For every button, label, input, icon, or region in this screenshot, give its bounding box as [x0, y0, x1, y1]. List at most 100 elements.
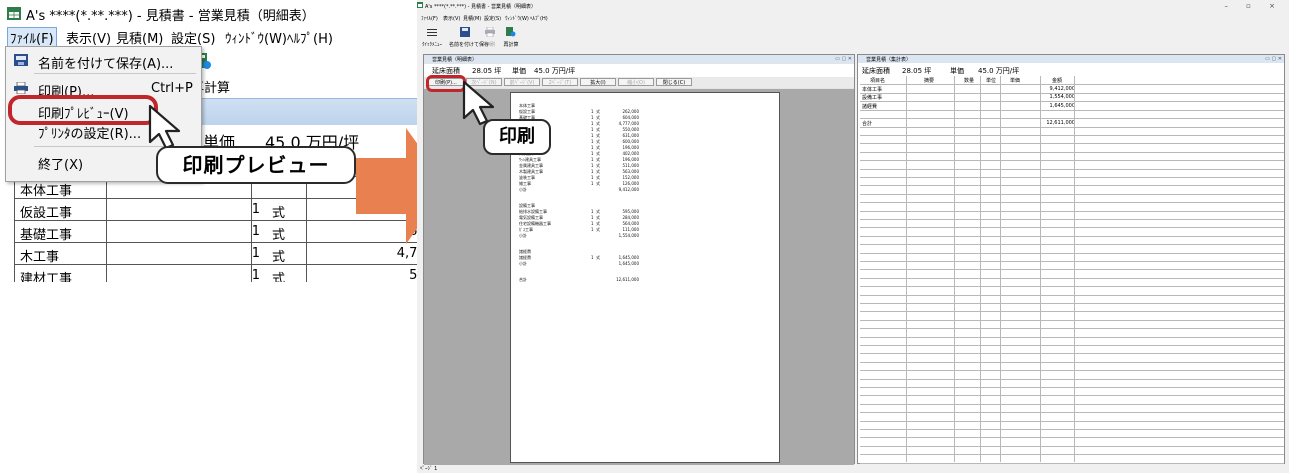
- page-qty: 1: [591, 115, 594, 120]
- print-preview-highlight: [8, 95, 158, 125]
- summary-window: 営業見積（集計表） ▭ ▢ ✕ 延床面積 28.05 坪 単価 45.0 万円/…: [857, 54, 1285, 464]
- page-qty: 1: [591, 157, 594, 162]
- page-amount: 262,000: [622, 109, 639, 114]
- full-screen-view: A's ****(*.**.***) - 見積書 - 営業見積（明細表） – ▫…: [417, 0, 1289, 473]
- callout-print: 印刷: [483, 119, 551, 155]
- quick-menu-button[interactable]: ｸｲｯｸﾒﾆｭｰ: [421, 27, 443, 48]
- menu-settings[interactable]: 設定(S): [171, 28, 215, 47]
- row-name: 建材工事: [20, 272, 73, 282]
- menu-estimate-small[interactable]: 見積(M): [463, 15, 481, 22]
- page-amount: 1,645,000: [618, 261, 639, 266]
- menu-help-small[interactable]: ﾍﾙﾌﾟ(H): [530, 15, 548, 22]
- summary-header: 金額: [1052, 78, 1063, 84]
- page-qty: 1: [591, 145, 594, 150]
- preview-window-controls[interactable]: ▭ ▢ ✕: [835, 56, 852, 62]
- page-amount: 12,611,000: [616, 277, 639, 282]
- menu-settings-small[interactable]: 設定(S): [484, 15, 501, 22]
- page-amount: 284,000: [622, 215, 639, 220]
- row-unit: 式: [272, 272, 286, 282]
- summary-header-row: 項目名 摘要 数量 単位 単価 金額: [860, 76, 1284, 85]
- page-amount: 196,000: [622, 157, 639, 162]
- toolbar: ｸｲｯｸﾒﾆｭｰ 名前を付けて保存 印刷 再計算: [417, 23, 1289, 50]
- menu-view[interactable]: 表示(V): [66, 28, 111, 47]
- preview-button-5[interactable]: 縮小(O): [618, 78, 654, 86]
- table-row[interactable]: 木工事 1 式 4,777: [14, 243, 431, 265]
- row-qty: 1: [251, 202, 260, 217]
- zoom-title-bar: A's ****(*.**.***) - 見積書 - 営業見積（明細表）: [0, 0, 431, 26]
- page-qty: 1: [591, 163, 594, 168]
- summary-info-row: 延床面積 28.05 坪 単価 45.0 万円/坪: [862, 67, 1020, 75]
- summary-item-name: 合計: [862, 120, 873, 127]
- page-qty: 1: [591, 215, 594, 220]
- summary-header: 数量: [964, 78, 975, 84]
- page-qty: 1: [591, 139, 594, 144]
- callout-print-preview: 印刷プレビュー: [156, 146, 356, 184]
- window-controls[interactable]: – ▫ ×: [1224, 2, 1283, 10]
- page-qty: 1: [591, 209, 594, 214]
- page-amount: 196,000: [622, 145, 639, 150]
- page-qty: 1: [591, 227, 594, 232]
- page-amount: 631,000: [622, 133, 639, 138]
- recalc-button[interactable]: 再計算: [501, 27, 521, 48]
- menu-window[interactable]: ｳｨﾝﾄﾞｳ(W): [225, 28, 287, 47]
- page-qty: 1: [591, 169, 594, 174]
- table-row[interactable]: 建材工事1式550: [14, 265, 431, 282]
- menu-window-small[interactable]: ｳｨﾝﾄﾞｳ(W): [505, 15, 529, 22]
- summary-header: 項目名: [870, 78, 886, 84]
- menu-view-small[interactable]: 表示(V): [443, 15, 460, 22]
- preview-button-4[interactable]: 拡大(I): [580, 78, 616, 86]
- summary-item-name: 諸経費: [862, 103, 878, 110]
- page-amount: 563,000: [622, 169, 639, 174]
- preview-window-title: 営業見積（明細表）: [424, 55, 854, 63]
- menu-help[interactable]: ﾍﾙﾌﾟ(H): [287, 28, 333, 47]
- summary-header: 単価: [1010, 78, 1021, 84]
- table-row[interactable]: [860, 455, 1284, 464]
- row-name: 仮設工事: [20, 206, 73, 221]
- page-qty: 1: [591, 121, 594, 126]
- summary-header: 摘要: [924, 78, 935, 84]
- summary-item-name: 本体工事: [862, 87, 883, 93]
- menu-file-small[interactable]: ﾌｧｲﾙ(F): [421, 15, 438, 22]
- page-qty: 1: [591, 133, 594, 138]
- page-qty: 1: [591, 181, 594, 186]
- menu-bar: ﾌｧｲﾙ(F) 表示(V) 見積(M) 設定(S) ｳｨﾝﾄﾞｳ(W) ﾍﾙﾌﾟ…: [417, 14, 1289, 23]
- summary-item-amount: 1,554,000: [1049, 94, 1075, 101]
- menu-icon: [427, 29, 437, 36]
- print-button-highlight: [426, 75, 466, 92]
- preview-button-2[interactable]: 前ﾍﾟｰｼﾞ(V): [504, 78, 540, 86]
- page-amount: 111,000: [622, 227, 639, 232]
- summary-window-title: 営業見積（集計表）: [858, 55, 1284, 63]
- row-name: 木工事: [20, 250, 60, 265]
- preview-button-3[interactable]: 2ﾍﾟｰｼﾞ(T): [542, 78, 578, 86]
- window-title: A's ****(*.**.***) - 見積書 - 営業見積（明細表）: [425, 4, 537, 10]
- page-amount: 402,000: [622, 151, 639, 156]
- summary-window-controls[interactable]: ▭ ▢ ✕: [1265, 56, 1282, 62]
- menu-item-save-as[interactable]: 名前を付けて保存(A)...: [6, 49, 201, 72]
- summary-item-name: 設備工事: [862, 95, 883, 102]
- page-qty: 1: [591, 127, 594, 132]
- printer-icon: [14, 82, 28, 94]
- summary-item-amount: 9,412,000: [1049, 86, 1075, 92]
- app-icon-small: [417, 2, 423, 8]
- print-button[interactable]: 印刷: [483, 26, 497, 48]
- preview-info-row: 延床面積 28.05 坪 単価 45.0 万円/坪: [424, 64, 854, 77]
- page-amount: 1,645,000: [618, 255, 639, 260]
- row-name: 基礎工事: [20, 228, 73, 243]
- page-amount: 1,554,000: [618, 233, 639, 238]
- save-as-button[interactable]: 名前を付けて保存: [449, 27, 489, 48]
- menu-estimate[interactable]: 見積(M): [116, 28, 163, 47]
- status-bar-page: ﾍﾟｰｼﾞ 1: [420, 466, 438, 472]
- row-unit: 式: [272, 228, 286, 243]
- page-amount: 4,777,000: [618, 121, 639, 126]
- page-qty: 1: [591, 109, 594, 114]
- page-amount: 126,000: [622, 181, 639, 186]
- page-name: 合計: [519, 277, 527, 282]
- preview-button-6[interactable]: 閉じる(C): [656, 78, 692, 86]
- page-name: 小計: [519, 187, 527, 192]
- menu-file[interactable]: ﾌｧｲﾙ(F): [7, 27, 57, 48]
- row-unit: 式: [272, 206, 286, 221]
- app-icon: [7, 7, 21, 20]
- page-amount: 511,000: [622, 163, 639, 168]
- row-qty: 1: [251, 268, 260, 282]
- window-title-band: [194, 98, 431, 126]
